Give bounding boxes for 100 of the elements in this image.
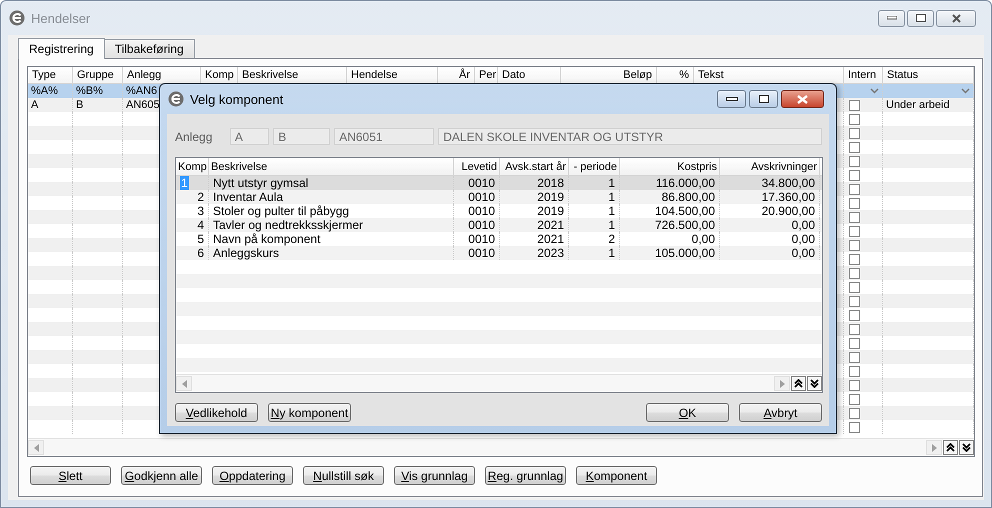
column-header[interactable]: Komp [176,158,209,175]
close-icon [952,14,960,22]
scroll-left-button[interactable] [28,440,44,455]
checkbox[interactable] [849,254,860,264]
action-button[interactable]: Godkjenn alle [121,466,202,485]
table-cell: 105.000,00 [654,246,715,260]
action-button[interactable]: Nullstill søk [303,466,384,485]
checkbox[interactable] [849,212,860,222]
checkbox[interactable] [849,422,860,432]
column-header[interactable]: Kostpris [620,158,720,175]
table-cell: 0010 [468,246,495,260]
action-button[interactable]: Komponent [576,466,657,485]
table-cell: 1 [608,204,615,218]
maximize-button[interactable] [907,10,934,26]
field-label: Anlegg [175,130,214,144]
checkbox[interactable] [849,394,860,404]
readonly-field: DALEN SKOLE INVENTAR OG UTSTYR [438,128,822,145]
table-cell: 0010 [468,204,495,218]
table-cell: 2019 [537,204,564,218]
checkbox[interactable] [849,310,860,320]
checkbox[interactable] [849,184,860,194]
checkbox[interactable] [849,366,860,376]
action-button[interactable]: Reg. grunnlag [485,466,566,485]
left-triangle-icon [34,444,38,452]
checkbox[interactable] [849,198,860,208]
dropdown-chevron-icon[interactable] [961,88,970,94]
page-up-button[interactable] [943,440,958,455]
column-header[interactable]: - periode [569,158,620,175]
dropdown-chevron-icon[interactable] [870,88,879,94]
action-button[interactable]: Vis grunnlag [394,466,475,485]
checkbox[interactable] [849,156,860,166]
table-cell: 0,00 [792,246,815,260]
page-down-button[interactable] [807,376,822,391]
table-cell: 0010 [468,218,495,232]
checkbox[interactable] [849,268,860,278]
checkbox[interactable] [849,142,860,152]
table-cell: 4 [197,218,204,232]
double-chevron-up-icon [946,443,955,452]
page-up-button[interactable] [791,376,806,391]
table-cell: 6 [197,246,204,260]
column-header[interactable]: Avsk.start år [500,158,569,175]
table-cell: Stoler og pulter til påbygg [213,204,350,218]
checkbox[interactable] [849,296,860,306]
action-button[interactable]: Oppdatering [212,466,293,485]
table-cell: 2018 [537,176,564,190]
column-header[interactable]: Gruppe [73,67,123,83]
table-cell: 2023 [537,246,564,260]
table-row[interactable]: 1 Nytt utstyr gymsal 0010 2018 1 116.000,00 34.800,00 [176,176,822,190]
table-cell: A [31,98,38,112]
column-header[interactable]: Beskrivelse [209,158,454,175]
checkbox[interactable] [849,114,860,124]
checkbox[interactable] [849,408,860,418]
table-cell: 1 [608,190,615,204]
right-triangle-icon [932,444,936,452]
checkbox[interactable] [849,170,860,180]
checkbox[interactable] [849,100,860,110]
table-cell: %B% [76,84,103,98]
table-cell: B [76,98,84,112]
checkbox[interactable] [849,324,860,334]
table-cell: 3 [197,204,204,218]
column-header[interactable]: Status [883,67,974,83]
left-triangle-icon [182,380,186,388]
checkbox[interactable] [849,240,860,250]
page-down-button[interactable] [959,440,974,455]
readonly-field: A [230,128,270,145]
checkbox[interactable] [849,226,860,236]
checkbox[interactable] [849,380,860,390]
dialog-button[interactable]: Vedlikehold [175,403,258,422]
table-cell: 0010 [468,232,495,246]
table-cell: 34.800,00 [762,176,815,190]
table-cell: 17.360,00 [762,190,815,204]
window-title: Hendelser [31,10,90,26]
minimize-button[interactable] [717,90,746,108]
maximize-button[interactable] [749,90,778,108]
checkbox[interactable] [849,128,860,138]
dialog-button[interactable]: Ny komponent [268,403,351,422]
minimize-button[interactable] [878,10,905,26]
checkbox[interactable] [849,352,860,362]
table-cell: 2019 [537,190,564,204]
scroll-left-button[interactable] [176,376,192,391]
table-cell: 1 [180,176,189,190]
close-button[interactable] [781,90,824,108]
dialog-button[interactable]: OK [646,403,729,422]
double-chevron-down-icon [962,443,971,452]
table-cell: Anleggskurs [213,246,280,260]
table-cell: 2 [608,232,615,246]
checkbox[interactable] [849,282,860,292]
tab[interactable]: Tilbakeføring [104,39,195,58]
column-header[interactable]: Levetid [454,158,500,175]
column-header[interactable]: Type [28,67,73,83]
table-cell: Tavler og nedtrekksskjermer [213,218,364,232]
checkbox[interactable] [849,338,860,348]
close-button[interactable] [936,10,976,26]
tab[interactable]: Registrering [18,38,105,59]
column-header[interactable]: Intern [844,67,883,83]
dialog-button[interactable]: Avbryt [739,403,822,422]
table-cell: AN605 [126,98,160,112]
column-header[interactable]: Avskrivninger [720,158,820,175]
maximize-icon [916,14,926,22]
action-button[interactable]: Slett [30,466,111,485]
